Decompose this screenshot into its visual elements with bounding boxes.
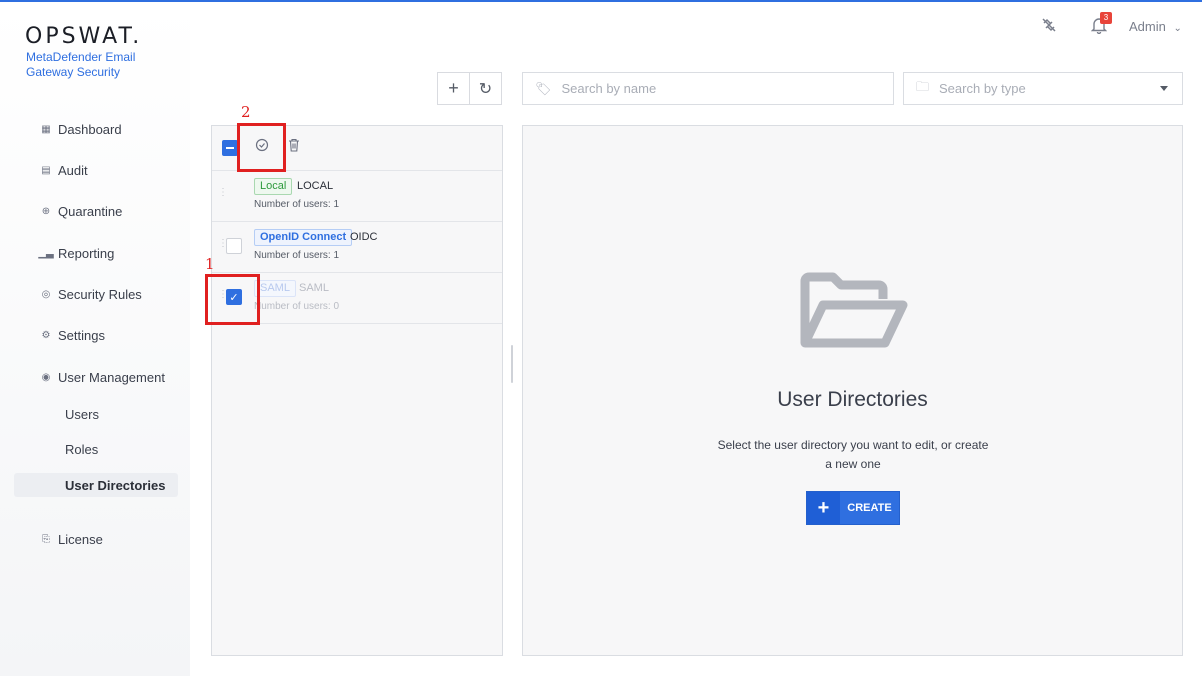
directory-user-count: Number of users: 0: [254, 301, 340, 312]
directory-row-oidc[interactable]: ⋮ OpenID Connect OIDC Number of users: 1: [212, 222, 502, 273]
sidebar-item-label: Settings: [58, 327, 105, 343]
search-by-type-select[interactable]: 🗀 Search by type: [903, 72, 1183, 105]
trash-icon[interactable]: [288, 138, 300, 155]
user-name: Admin: [1129, 19, 1166, 34]
create-button[interactable]: + CREATE: [806, 491, 900, 525]
gear-icon: ⚙: [41, 329, 51, 341]
search-by-name-input[interactable]: 🏷 Search by name: [522, 72, 894, 105]
sidebar-item-quarantine[interactable]: ⊕ Quarantine: [40, 200, 123, 222]
directory-user-count: Number of users: 1: [254, 250, 340, 261]
opswat-logo: OPSWAT.: [25, 24, 143, 49]
refresh-button[interactable]: ↻: [469, 72, 502, 105]
user-menu[interactable]: Admin ⌄: [1129, 19, 1182, 34]
sidebar-item-label: Security Rules: [58, 286, 142, 302]
drag-handle-icon[interactable]: ⋮: [218, 188, 228, 198]
chevron-down-icon: ⌄: [1173, 23, 1182, 34]
sidebar-item-label: Dashboard: [58, 121, 122, 137]
directory-name: OIDC: [350, 231, 378, 243]
directory-name: SAML: [299, 282, 329, 294]
directory-type-tag: OpenID Connect: [254, 229, 353, 246]
sidebar-item-label: User Management: [58, 369, 165, 385]
folder-icon: 🗀: [916, 78, 930, 94]
directory-list-panel: ⋮ Local LOCAL Number of users: 1 ⋮ OpenI…: [211, 125, 503, 656]
shield-icon: ◎: [41, 288, 51, 300]
annotation-label-2: 2: [241, 103, 251, 121]
chart-icon: ▁▃: [38, 247, 54, 259]
annotation-label-1: 1: [205, 255, 215, 273]
select-all-checkbox[interactable]: [222, 140, 238, 156]
directory-type-tag: Local: [254, 178, 293, 195]
sidebar-item-audit[interactable]: ▤ Audit: [40, 159, 88, 181]
add-directory-button[interactable]: +: [437, 72, 470, 105]
detail-panel: User Directories Select the user directo…: [522, 125, 1183, 656]
sidebar-item-security-rules[interactable]: ◎ Security Rules: [40, 283, 142, 305]
sidebar-item-reporting[interactable]: ▁▃ Reporting: [38, 242, 115, 264]
create-button-label: CREATE: [847, 502, 892, 514]
sidebar-item-label: License: [58, 531, 103, 547]
directory-name: LOCAL: [297, 180, 334, 192]
sidebar-subitem-roles[interactable]: Roles: [65, 442, 98, 457]
sidebar-item-label: Audit: [58, 162, 88, 178]
directory-type-tag: SAML: [254, 280, 296, 297]
sidebar-subitem-user-directories[interactable]: User Directories: [65, 478, 165, 493]
plus-icon: +: [448, 78, 459, 98]
refresh-icon: ↻: [478, 80, 493, 98]
open-folder-icon: [795, 271, 911, 354]
notification-badge: 3: [1100, 12, 1112, 24]
tag-icon: 🏷: [535, 80, 552, 96]
caret-down-icon: [1160, 86, 1168, 91]
sidebar-item-user-management[interactable]: ◉ User Management: [40, 366, 165, 388]
license-icon: ⎘: [42, 533, 50, 545]
sidebar-item-dashboard[interactable]: ▦ Dashboard: [40, 118, 122, 140]
panel-resize-handle[interactable]: [511, 345, 513, 383]
product-name: MetaDefender Email Gateway Security: [26, 50, 136, 79]
empty-state-description: Select the user directory you want to ed…: [717, 438, 989, 471]
sidebar-subitem-users[interactable]: Users: [65, 407, 99, 422]
search-by-name-placeholder: Search by name: [561, 81, 657, 96]
audit-icon: ▤: [41, 164, 51, 176]
quarantine-icon: ⊕: [41, 205, 51, 217]
directory-row-local[interactable]: ⋮ Local LOCAL Number of users: 1: [212, 171, 502, 222]
annotation-box-1: [205, 274, 260, 325]
annotation-box-2: [237, 123, 286, 172]
empty-state-title: User Directories: [777, 388, 928, 411]
plus-icon: +: [807, 492, 840, 524]
user-icon: ◉: [41, 371, 51, 383]
grid-icon: ▦: [41, 123, 51, 135]
sidebar-item-settings[interactable]: ⚙ Settings: [40, 324, 105, 346]
sidebar-item-license[interactable]: ⎘ License: [40, 528, 103, 550]
directory-user-count: Number of users: 1: [254, 199, 340, 210]
row-checkbox[interactable]: [226, 238, 242, 254]
sidebar-item-label: Reporting: [58, 245, 115, 261]
sidebar-item-label: Quarantine: [58, 203, 123, 219]
unlink-icon[interactable]: [1041, 17, 1057, 38]
search-by-type-placeholder: Search by type: [939, 81, 1026, 96]
